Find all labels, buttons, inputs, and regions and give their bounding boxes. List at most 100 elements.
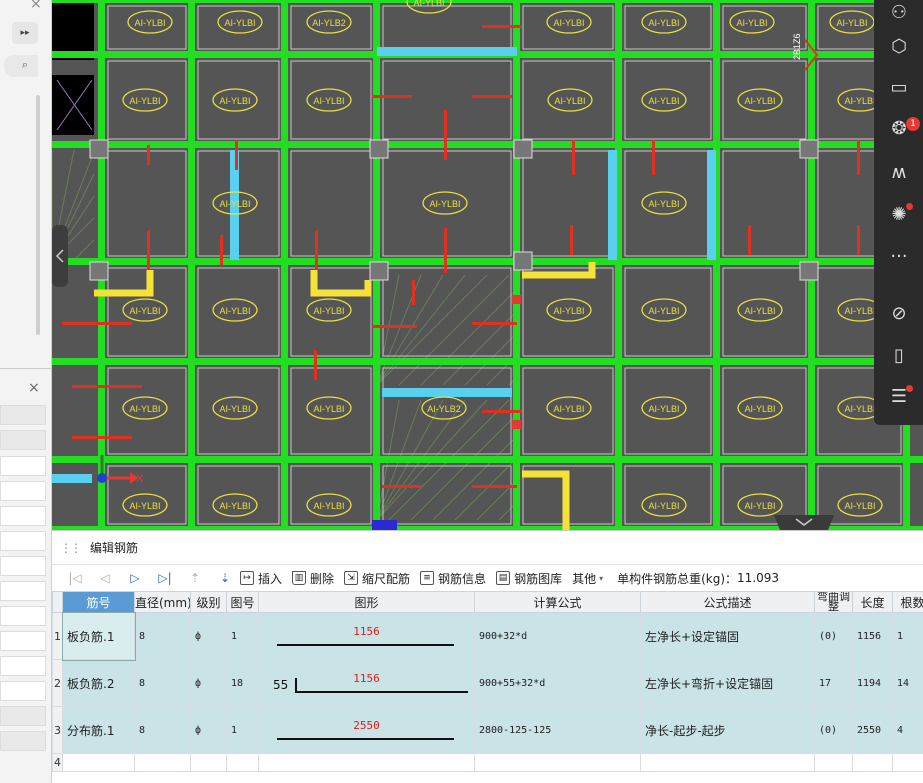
rebar-info-button[interactable]: ≡ 钢筋信息: [420, 570, 486, 587]
row-number[interactable]: 3: [52, 706, 63, 754]
first-record-button[interactable]: |◁: [60, 571, 90, 585]
table-row-empty[interactable]: 4: [52, 753, 923, 772]
cell-fig-no[interactable]: 1: [226, 612, 259, 660]
search-input[interactable]: ⌕: [4, 55, 38, 77]
scale-rebar-button[interactable]: ⇲ 缩尺配筋: [344, 570, 410, 587]
cell-shape[interactable]: 55 1156: [258, 659, 475, 707]
next-record-button[interactable]: ▷: [120, 571, 150, 585]
row-number[interactable]: 4: [52, 753, 63, 772]
wing-icon[interactable]: ʍ: [886, 160, 912, 186]
link-icon[interactable]: ⊘: [886, 301, 912, 327]
expand-panel-button[interactable]: ▸▸: [12, 22, 38, 44]
property-row[interactable]: [0, 706, 46, 726]
row-number[interactable]: 1: [52, 612, 63, 660]
column-header-length[interactable]: 长度: [852, 591, 893, 613]
empty-cell[interactable]: [62, 753, 135, 772]
row-number[interactable]: 2: [52, 659, 63, 707]
delete-button[interactable]: ▥ 删除: [292, 570, 334, 587]
cell-formula-desc[interactable]: 净长-起步-起步: [640, 706, 815, 754]
property-row[interactable]: [0, 656, 46, 676]
cell-rebar-no[interactable]: 板负筋.1: [61, 611, 136, 661]
cell-grade[interactable]: ф: [190, 659, 227, 707]
property-row[interactable]: [0, 581, 46, 601]
cell-length[interactable]: 1194: [852, 659, 893, 707]
property-row[interactable]: [0, 481, 46, 501]
empty-cell[interactable]: [852, 753, 893, 772]
property-row[interactable]: [0, 631, 46, 651]
cell-count[interactable]: 4: [892, 706, 923, 754]
property-row[interactable]: [0, 430, 46, 450]
cell-count[interactable]: 1: [892, 612, 923, 660]
cell-length[interactable]: 1156: [852, 612, 893, 660]
cell-count[interactable]: 14: [892, 659, 923, 707]
cell-bend-adjust[interactable]: (0): [814, 706, 853, 754]
cell-bend-adjust[interactable]: (0): [814, 612, 853, 660]
empty-cell[interactable]: [190, 753, 227, 772]
slab-label-text: AI-YLBI: [313, 404, 344, 414]
empty-cell[interactable]: [814, 753, 853, 772]
last-record-button[interactable]: ▷|: [150, 571, 180, 585]
table-row[interactable]: 1 板负筋.1 8 ф 1 1156 900+32*d 左净长+设定锚固 (0)…: [52, 611, 923, 661]
cell-diameter[interactable]: 8: [134, 612, 191, 660]
empty-cell[interactable]: [640, 753, 815, 772]
property-row[interactable]: [0, 531, 46, 551]
cell-grade[interactable]: ф: [190, 706, 227, 754]
cell-fig-no[interactable]: 18: [226, 659, 259, 707]
column-header-grade[interactable]: 级别: [190, 591, 227, 613]
column-header-fig-no[interactable]: 图号: [226, 591, 259, 613]
cell-diameter[interactable]: 8: [134, 706, 191, 754]
floor-plan-drawing[interactable]: AI-YLBI AI-YLBI AI-YLB2 AI-YLBI AI-YLBI AI-YL…: [52, 0, 923, 530]
column-header-diameter[interactable]: 直径(mm): [134, 591, 191, 613]
cell-length[interactable]: 2550: [852, 706, 893, 754]
cell-rebar-no[interactable]: 分布筋.1: [62, 706, 135, 754]
column-header-count[interactable]: 根数: [892, 591, 923, 613]
cell-formula[interactable]: 900+55+32*d: [474, 659, 641, 707]
move-up-button[interactable]: ⇡: [180, 571, 210, 585]
property-row[interactable]: [0, 606, 46, 626]
insert-button[interactable]: ↦ 插入: [240, 570, 282, 587]
empty-cell[interactable]: [226, 753, 259, 772]
cell-shape[interactable]: 2550: [258, 706, 475, 754]
property-row[interactable]: [0, 456, 46, 476]
property-row[interactable]: [0, 556, 46, 576]
empty-cell[interactable]: [258, 753, 475, 772]
table-row[interactable]: 2 板负筋.2 8 ф 18 55 1156 900+55+32*d 左净长+弯…: [52, 659, 923, 707]
phone-icon[interactable]: ▯: [886, 343, 912, 369]
close-icon[interactable]: ×: [30, 0, 42, 12]
column-header-shape[interactable]: 图形: [258, 591, 475, 613]
prev-record-button[interactable]: ◁: [90, 571, 120, 585]
column-header-no[interactable]: 筋号: [62, 591, 135, 613]
property-row[interactable]: [0, 405, 46, 425]
user-icon[interactable]: ⚇: [886, 0, 912, 26]
cell-formula-desc[interactable]: 左净长+设定锚固: [640, 612, 815, 660]
rebar-library-button[interactable]: ▤ 钢筋图库: [496, 570, 562, 587]
cell-bend-adjust[interactable]: 17: [814, 659, 853, 707]
more-icon[interactable]: ···: [886, 244, 912, 270]
empty-cell[interactable]: [892, 753, 923, 772]
other-dropdown[interactable]: 其他 ▾: [572, 570, 603, 587]
property-row[interactable]: [0, 681, 46, 701]
folder-icon[interactable]: ▭: [886, 75, 912, 101]
empty-cell[interactable]: [474, 753, 641, 772]
cell-diameter[interactable]: 8: [134, 659, 191, 707]
property-row[interactable]: [0, 506, 46, 526]
drag-grip-icon[interactable]: ⋮⋮: [60, 541, 82, 555]
cell-formula[interactable]: 900+32*d: [474, 612, 641, 660]
cell-grade[interactable]: ф: [190, 612, 227, 660]
column-header-bend-adjust[interactable]: 弯曲调整: [814, 591, 853, 613]
column-header-formula[interactable]: 计算公式: [474, 591, 641, 613]
empty-cell[interactable]: [134, 753, 191, 772]
table-row[interactable]: 3 分布筋.1 8 ф 1 2550 2800-125-125 净长-起步-起步…: [52, 706, 923, 754]
scrollbar[interactable]: [36, 95, 40, 335]
cell-formula-desc[interactable]: 左净长+弯折+设定锚固: [640, 659, 815, 707]
cell-shape[interactable]: 1156: [258, 612, 475, 660]
property-row[interactable]: [0, 731, 46, 751]
close-properties-icon[interactable]: ×: [28, 380, 40, 396]
column-header-formula-desc[interactable]: 公式描述: [640, 591, 815, 613]
cube-icon[interactable]: ⬡: [886, 34, 912, 60]
cell-fig-no[interactable]: 1: [226, 706, 259, 754]
cell-formula[interactable]: 2800-125-125: [474, 706, 641, 754]
move-down-button[interactable]: ⇣: [210, 571, 240, 585]
cell-rebar-no[interactable]: 板负筋.2: [62, 659, 135, 707]
cad-drawing-canvas[interactable]: AI-YLBI AI-YLBI AI-YLB2 AI-YLBI AI-YLBI AI-YL…: [52, 0, 923, 530]
